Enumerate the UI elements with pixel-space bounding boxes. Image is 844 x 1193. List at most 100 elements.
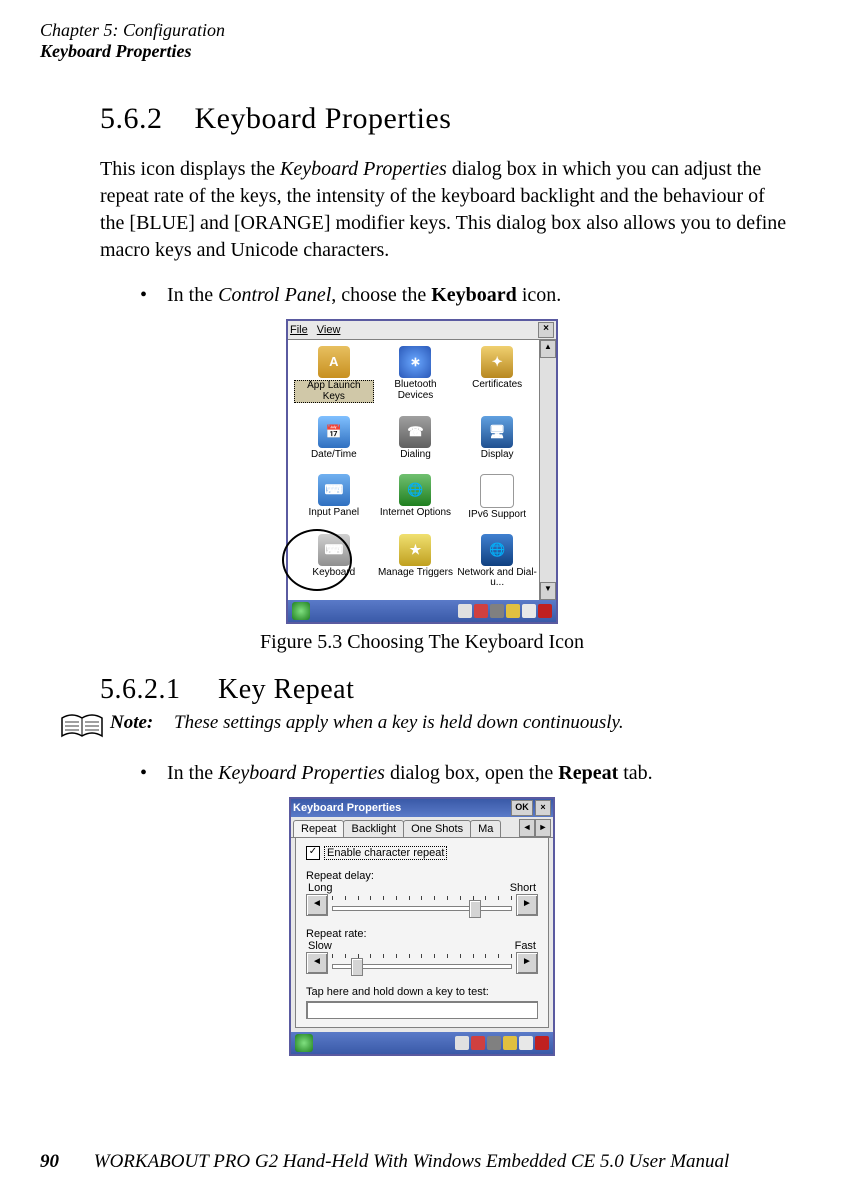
label: Keyboard	[312, 568, 355, 579]
display-icon: 🖥	[481, 416, 513, 448]
scrollbar[interactable]: ▲ ▼	[539, 340, 556, 600]
figure-caption: Figure 5.3 Choosing The Keyboard Icon	[40, 631, 804, 654]
text: tab.	[618, 762, 652, 784]
close-button[interactable]: ×	[538, 322, 554, 338]
tab-backlight[interactable]: Backlight	[343, 820, 404, 837]
tray-icon[interactable]	[458, 604, 472, 618]
slider-thumb[interactable]	[469, 900, 481, 918]
certificate-icon: ✦	[481, 346, 513, 378]
text-italic: Control Panel	[218, 284, 331, 306]
cp-item-certificates[interactable]: ✦ Certificates	[457, 346, 537, 412]
slider-increase-button[interactable]: ►	[516, 952, 538, 974]
repeat-delay-slider[interactable]	[328, 895, 516, 915]
enable-repeat-checkbox[interactable]: ✓ Enable character repeat	[306, 846, 538, 860]
bullet-marker: •	[140, 762, 147, 785]
slider-max-label: Short	[510, 882, 536, 894]
cp-item-datetime[interactable]: 📅 Date/Time	[294, 416, 374, 470]
subsection-title: Key Repeat	[218, 674, 354, 705]
slider-thumb[interactable]	[351, 958, 363, 976]
menu-view[interactable]: View	[317, 324, 341, 336]
label: Internet Options	[380, 508, 451, 519]
repeat-delay-group: Repeat delay: Long Short ◄ ►	[306, 870, 538, 916]
triggers-icon: ★	[399, 534, 431, 566]
label: Date/Time	[311, 450, 357, 461]
note-label: Note:	[110, 712, 153, 733]
scroll-down-button[interactable]: ▼	[540, 582, 556, 600]
cp-item-keyboard[interactable]: ⌨ Keyboard	[294, 534, 374, 598]
cp-item-network[interactable]: 🌐 Network and Dial-u...	[457, 534, 537, 598]
tab-repeat[interactable]: Repeat	[293, 820, 344, 837]
cp-item-internet-options[interactable]: 🌐 Internet Options	[376, 474, 456, 530]
bluetooth-icon: ∗	[399, 346, 431, 378]
taskbar	[291, 1032, 553, 1054]
cp-item-input-panel[interactable]: ⌨ Input Panel	[294, 474, 374, 530]
cp-item-bluetooth[interactable]: ∗ Bluetooth Devices	[376, 346, 456, 412]
text: , choose the	[331, 284, 431, 306]
tab-one-shots[interactable]: One Shots	[403, 820, 471, 837]
slider-decrease-button[interactable]: ◄	[306, 894, 328, 916]
slider-increase-button[interactable]: ►	[516, 894, 538, 916]
cp-item-ipv6[interactable]: IP6 IPv6 Support	[457, 474, 537, 530]
slider-decrease-button[interactable]: ◄	[306, 952, 328, 974]
folder-icon: A	[318, 346, 350, 378]
keyboard-properties-window: Keyboard Properties OK × Repeat Backligh…	[289, 797, 555, 1056]
label: IPv6 Support	[468, 510, 526, 521]
checkbox-icon: ✓	[306, 846, 320, 860]
page-number: 90	[40, 1151, 59, 1172]
section-intro: This icon displays the Keyboard Properti…	[100, 156, 794, 264]
taskbar	[288, 600, 556, 622]
ipv6-icon: IP6	[480, 474, 514, 508]
test-input[interactable]	[306, 1001, 538, 1019]
close-button[interactable]: ×	[535, 800, 551, 816]
subsection-number: 5.6.2.1	[100, 674, 181, 705]
text: In the	[167, 762, 218, 784]
cp-item-dialing[interactable]: ☎ Dialing	[376, 416, 456, 470]
tray-icon[interactable]	[490, 604, 504, 618]
text: dialog box, open the	[385, 762, 558, 784]
cp-item-manage-triggers[interactable]: ★ Manage Triggers	[376, 534, 456, 598]
bullet-marker: •	[140, 284, 147, 307]
start-button[interactable]	[295, 1034, 313, 1052]
tray-icon[interactable]	[487, 1036, 501, 1050]
repeat-rate-slider[interactable]	[328, 953, 516, 973]
tray-icon[interactable]	[471, 1036, 485, 1050]
note-text: These settings apply when a key is held …	[174, 712, 624, 733]
cp-item-app-launch-keys[interactable]: A App Launch Keys	[294, 346, 374, 412]
tray-icon[interactable]	[538, 604, 552, 618]
start-button[interactable]	[292, 602, 310, 620]
phone-icon: ☎	[399, 416, 431, 448]
ok-button[interactable]: OK	[511, 800, 533, 816]
slider-max-label: Fast	[515, 940, 536, 952]
text-bold: Repeat	[558, 762, 618, 784]
tray-icon[interactable]	[503, 1036, 517, 1050]
system-tray	[458, 604, 552, 618]
running-head-chapter: Chapter 5: Configuration	[40, 20, 804, 41]
tray-icon[interactable]	[519, 1036, 533, 1050]
figure-control-panel: File View × A App Launch Keys ∗ Bluetoot…	[40, 319, 804, 654]
cp-item-display[interactable]: 🖥 Display	[457, 416, 537, 470]
scroll-up-button[interactable]: ▲	[540, 340, 556, 358]
tray-icon[interactable]	[506, 604, 520, 618]
text: icon.	[517, 284, 561, 306]
label: App Launch Keys	[294, 380, 374, 403]
bullet-item: • In the Keyboard Properties dialog box,…	[140, 762, 804, 785]
calendar-icon: 📅	[318, 416, 350, 448]
section-number: 5.6.2	[100, 102, 163, 135]
text: In the	[167, 284, 218, 306]
tab-scroll-right[interactable]: ►	[535, 819, 551, 837]
tray-icon[interactable]	[522, 604, 536, 618]
tray-icon[interactable]	[535, 1036, 549, 1050]
text-italic: Keyboard Properties	[218, 762, 385, 784]
menu-file[interactable]: File	[290, 324, 308, 336]
tray-icon[interactable]	[474, 604, 488, 618]
tab-scroll-left[interactable]: ◄	[519, 819, 535, 837]
keyboard-icon: ⌨	[318, 534, 350, 566]
tab-more[interactable]: Ma	[470, 820, 501, 837]
tray-icon[interactable]	[455, 1036, 469, 1050]
window-title: Keyboard Properties	[293, 802, 401, 814]
label: Dialing	[400, 450, 431, 461]
bullet-item: • In the Control Panel, choose the Keybo…	[140, 284, 804, 307]
label: Network and Dial-u...	[457, 568, 537, 589]
control-panel-window: File View × A App Launch Keys ∗ Bluetoot…	[286, 319, 558, 624]
menubar: File View ×	[288, 321, 556, 340]
